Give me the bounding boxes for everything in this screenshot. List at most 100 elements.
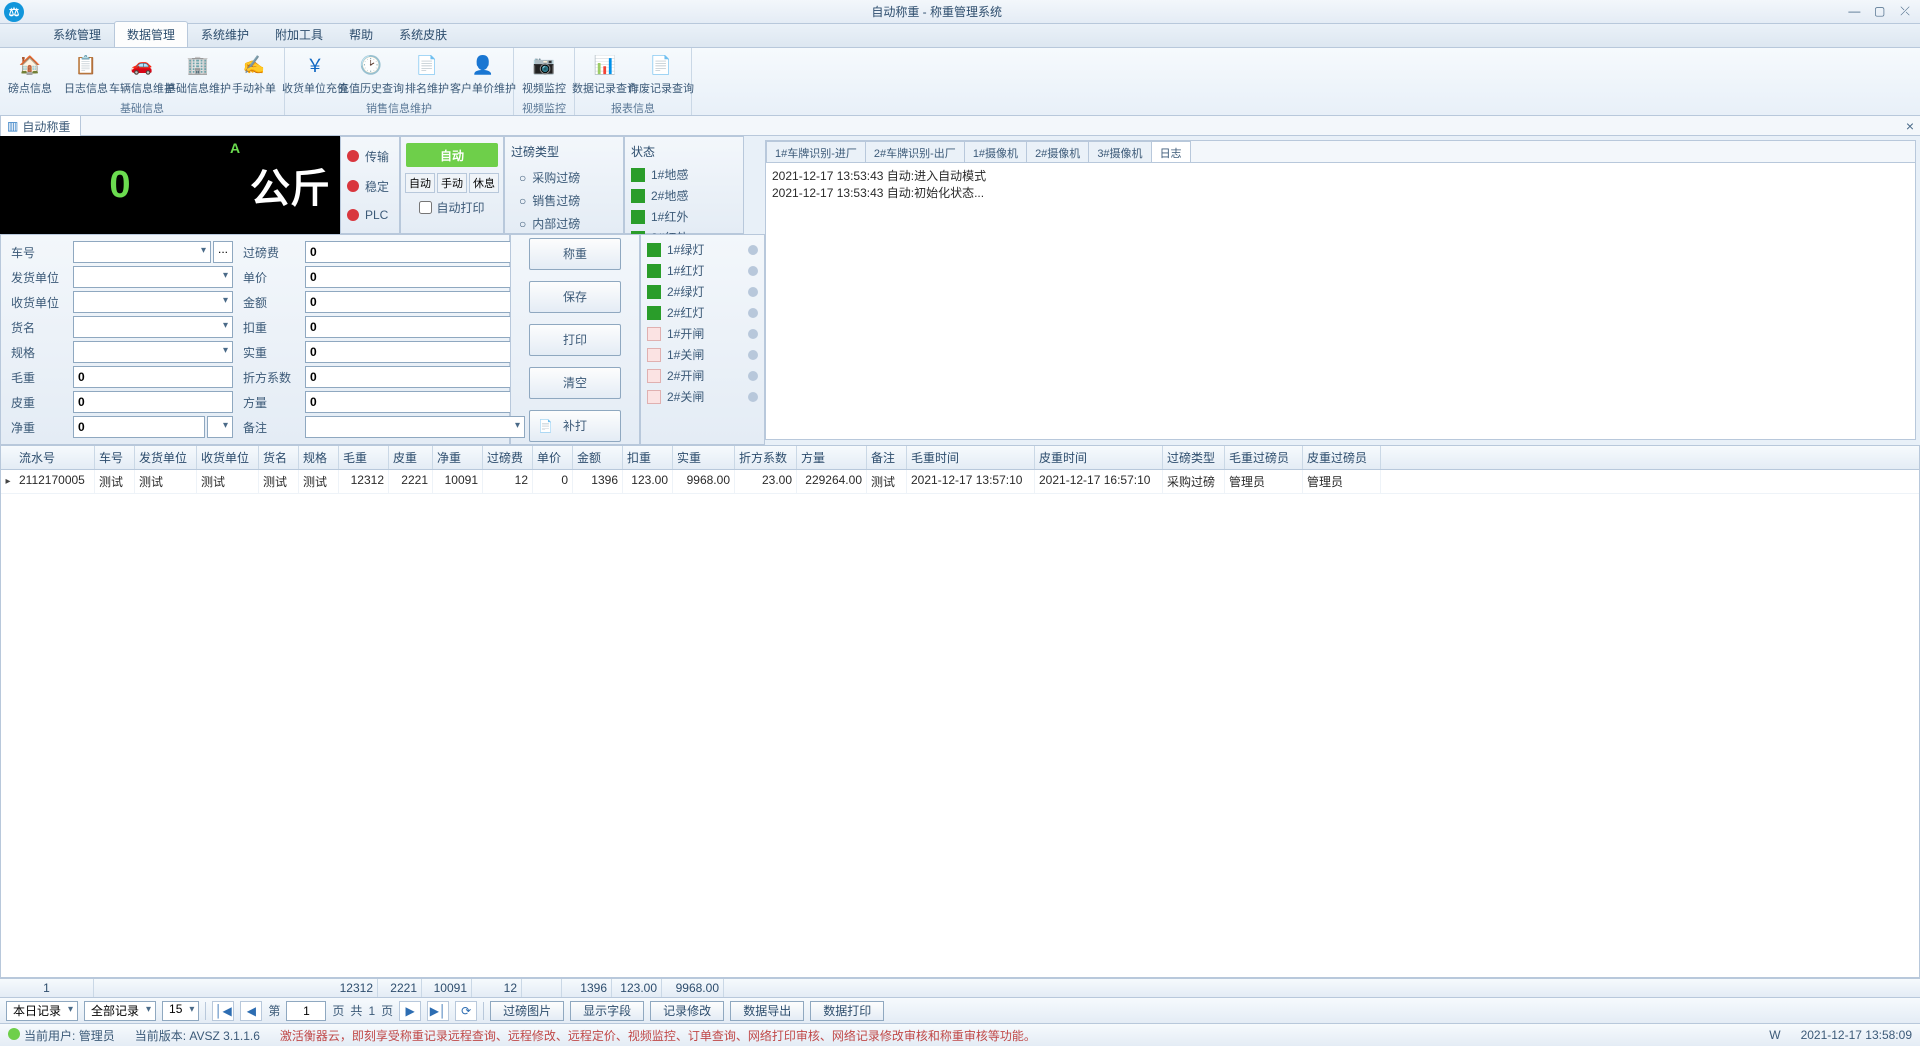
table-row[interactable]: ▸2112170005测试测试测试测试测试1231222211009112013… [1,470,1919,494]
print-button[interactable]: 打印 [529,324,621,356]
auto-print-option[interactable]: 自动打印 [419,199,484,216]
light-2#关闸[interactable]: 2#关闸 [647,388,758,405]
tab-日志[interactable]: 日志 [1151,141,1191,162]
menu-system-mgmt[interactable]: 系统管理 [40,21,114,47]
close-button[interactable]: ⤫ [1894,4,1916,19]
col-毛重过磅员[interactable]: 毛重过磅员 [1225,446,1303,469]
tab-3#摄像机[interactable]: 3#摄像机 [1088,141,1151,162]
light-2#绿灯[interactable]: 2#绿灯 [647,283,758,300]
last-page-button[interactable]: ▶│ [427,1001,449,1021]
tab-1#摄像机[interactable]: 1#摄像机 [964,141,1027,162]
col-方量[interactable]: 方量 [797,446,867,469]
data-print-button[interactable]: 数据打印 [810,1001,884,1021]
tab-1#车牌识别-进厂[interactable]: 1#车牌识别-进厂 [766,141,866,162]
ribbon-充值历史查询[interactable]: 🕑充值历史查询 [343,48,399,100]
save-button[interactable]: 保存 [529,281,621,313]
menu-data-mgmt[interactable]: 数据管理 [114,21,188,47]
filter-select[interactable]: 全部记录 [84,1001,156,1021]
col-车号[interactable]: 车号 [95,446,135,469]
doctab-close-button[interactable]: × [1900,118,1920,134]
reprint-button[interactable]: 📄补打 [529,410,621,442]
first-page-button[interactable]: │◀ [212,1001,234,1021]
pagesize-select[interactable]: 15 [162,1001,199,1021]
type-sales[interactable]: ○销售过磅 [511,189,617,212]
ribbon-日志信息[interactable]: 📋日志信息 [58,48,114,100]
input-ship[interactable] [73,266,233,288]
menu-system-maint[interactable]: 系统维护 [188,21,262,47]
ribbon-基础信息维护[interactable]: 🏢基础信息维护 [170,48,226,100]
col-毛重时间[interactable]: 毛重时间 [907,446,1035,469]
refresh-button[interactable]: ⟳ [455,1001,477,1021]
col-单价[interactable]: 单价 [533,446,573,469]
col-规格[interactable]: 规格 [299,446,339,469]
col-货名[interactable]: 货名 [259,446,299,469]
light-1#绿灯[interactable]: 1#绿灯 [647,241,758,258]
maximize-button[interactable]: ▢ [1869,4,1891,18]
ribbon-车辆信息维护[interactable]: 🚗车辆信息维护 [114,48,170,100]
input-goods[interactable] [73,316,233,338]
page-input[interactable] [286,1001,326,1021]
weigh-button[interactable]: 称重 [529,238,621,270]
input-car[interactable] [73,241,211,263]
input-volume[interactable] [305,391,525,413]
prev-page-button[interactable]: ◀ [240,1001,262,1021]
ribbon-排名维护[interactable]: 📄排名维护 [399,48,455,100]
input-tare[interactable] [73,391,233,413]
input-recv[interactable] [73,291,233,313]
show-fields-button[interactable]: 显示字段 [570,1001,644,1021]
input-spec[interactable] [73,341,233,363]
ribbon-手动补单[interactable]: ✍手动补单 [226,48,282,100]
ribbon-磅点信息[interactable]: 🏠磅点信息 [2,48,58,100]
input-net[interactable] [73,416,205,438]
light-1#开闸[interactable]: 1#开闸 [647,325,758,342]
menu-skin[interactable]: 系统皮肤 [386,21,460,47]
col-收货单位[interactable]: 收货单位 [197,446,259,469]
light-2#开闸[interactable]: 2#开闸 [647,367,758,384]
col-皮重时间[interactable]: 皮重时间 [1035,446,1163,469]
col-过磅类型[interactable]: 过磅类型 [1163,446,1225,469]
edit-record-button[interactable]: 记录修改 [650,1001,724,1021]
car-browse-button[interactable]: ... [213,241,233,263]
doctab-auto-weigh[interactable]: ▥ 自动称重 [0,115,81,137]
mode-manual-button[interactable]: 手动 [437,173,467,193]
col-实重[interactable]: 实重 [673,446,735,469]
col-扣重[interactable]: 扣重 [623,446,673,469]
ribbon-作废记录查询[interactable]: 📄作废记录查询 [633,48,689,100]
auto-print-checkbox[interactable] [419,201,432,214]
ribbon-客户单价维护[interactable]: 👤客户单价维护 [455,48,511,100]
input-gross[interactable] [73,366,233,388]
menu-addon-tools[interactable]: 附加工具 [262,21,336,47]
clear-button[interactable]: 清空 [529,367,621,399]
input-price[interactable] [305,266,525,288]
mode-auto-button[interactable]: 自动 [405,173,435,193]
col-过磅费[interactable]: 过磅费 [483,446,533,469]
tab-2#摄像机[interactable]: 2#摄像机 [1026,141,1089,162]
ribbon-数据记录查询[interactable]: 📊数据记录查询 [577,48,633,100]
type-purchase[interactable]: ○采购过磅 [511,166,617,189]
col-发货单位[interactable]: 发货单位 [135,446,197,469]
col-毛重[interactable]: 毛重 [339,446,389,469]
tab-2#车牌识别-出厂[interactable]: 2#车牌识别-出厂 [865,141,965,162]
col-折方系数[interactable]: 折方系数 [735,446,797,469]
input-coef[interactable] [305,366,525,388]
ribbon-视频监控[interactable]: 📷视频监控 [516,48,572,100]
menu-help[interactable]: 帮助 [336,21,386,47]
type-internal[interactable]: ○内部过磅 [511,212,617,235]
col-备注[interactable]: 备注 [867,446,907,469]
next-page-button[interactable]: ▶ [399,1001,421,1021]
minimize-button[interactable]: — [1843,4,1865,18]
mode-rest-button[interactable]: 休息 [469,173,499,193]
input-fee[interactable] [305,241,525,263]
scope-select[interactable]: 本日记录 [6,1001,78,1021]
weigh-image-button[interactable]: 过磅图片 [490,1001,564,1021]
light-2#红灯[interactable]: 2#红灯 [647,304,758,321]
col-净重[interactable]: 净重 [433,446,483,469]
input-deduct[interactable] [305,316,525,338]
col-皮重过磅员[interactable]: 皮重过磅员 [1303,446,1381,469]
col-流水号[interactable]: 流水号 [15,446,95,469]
input-amount[interactable] [305,291,525,313]
input-real[interactable] [305,341,525,363]
ribbon-收货单位充值[interactable]: ￥收货单位充值 [287,48,343,100]
col-金额[interactable]: 金额 [573,446,623,469]
input-note[interactable] [305,416,525,438]
